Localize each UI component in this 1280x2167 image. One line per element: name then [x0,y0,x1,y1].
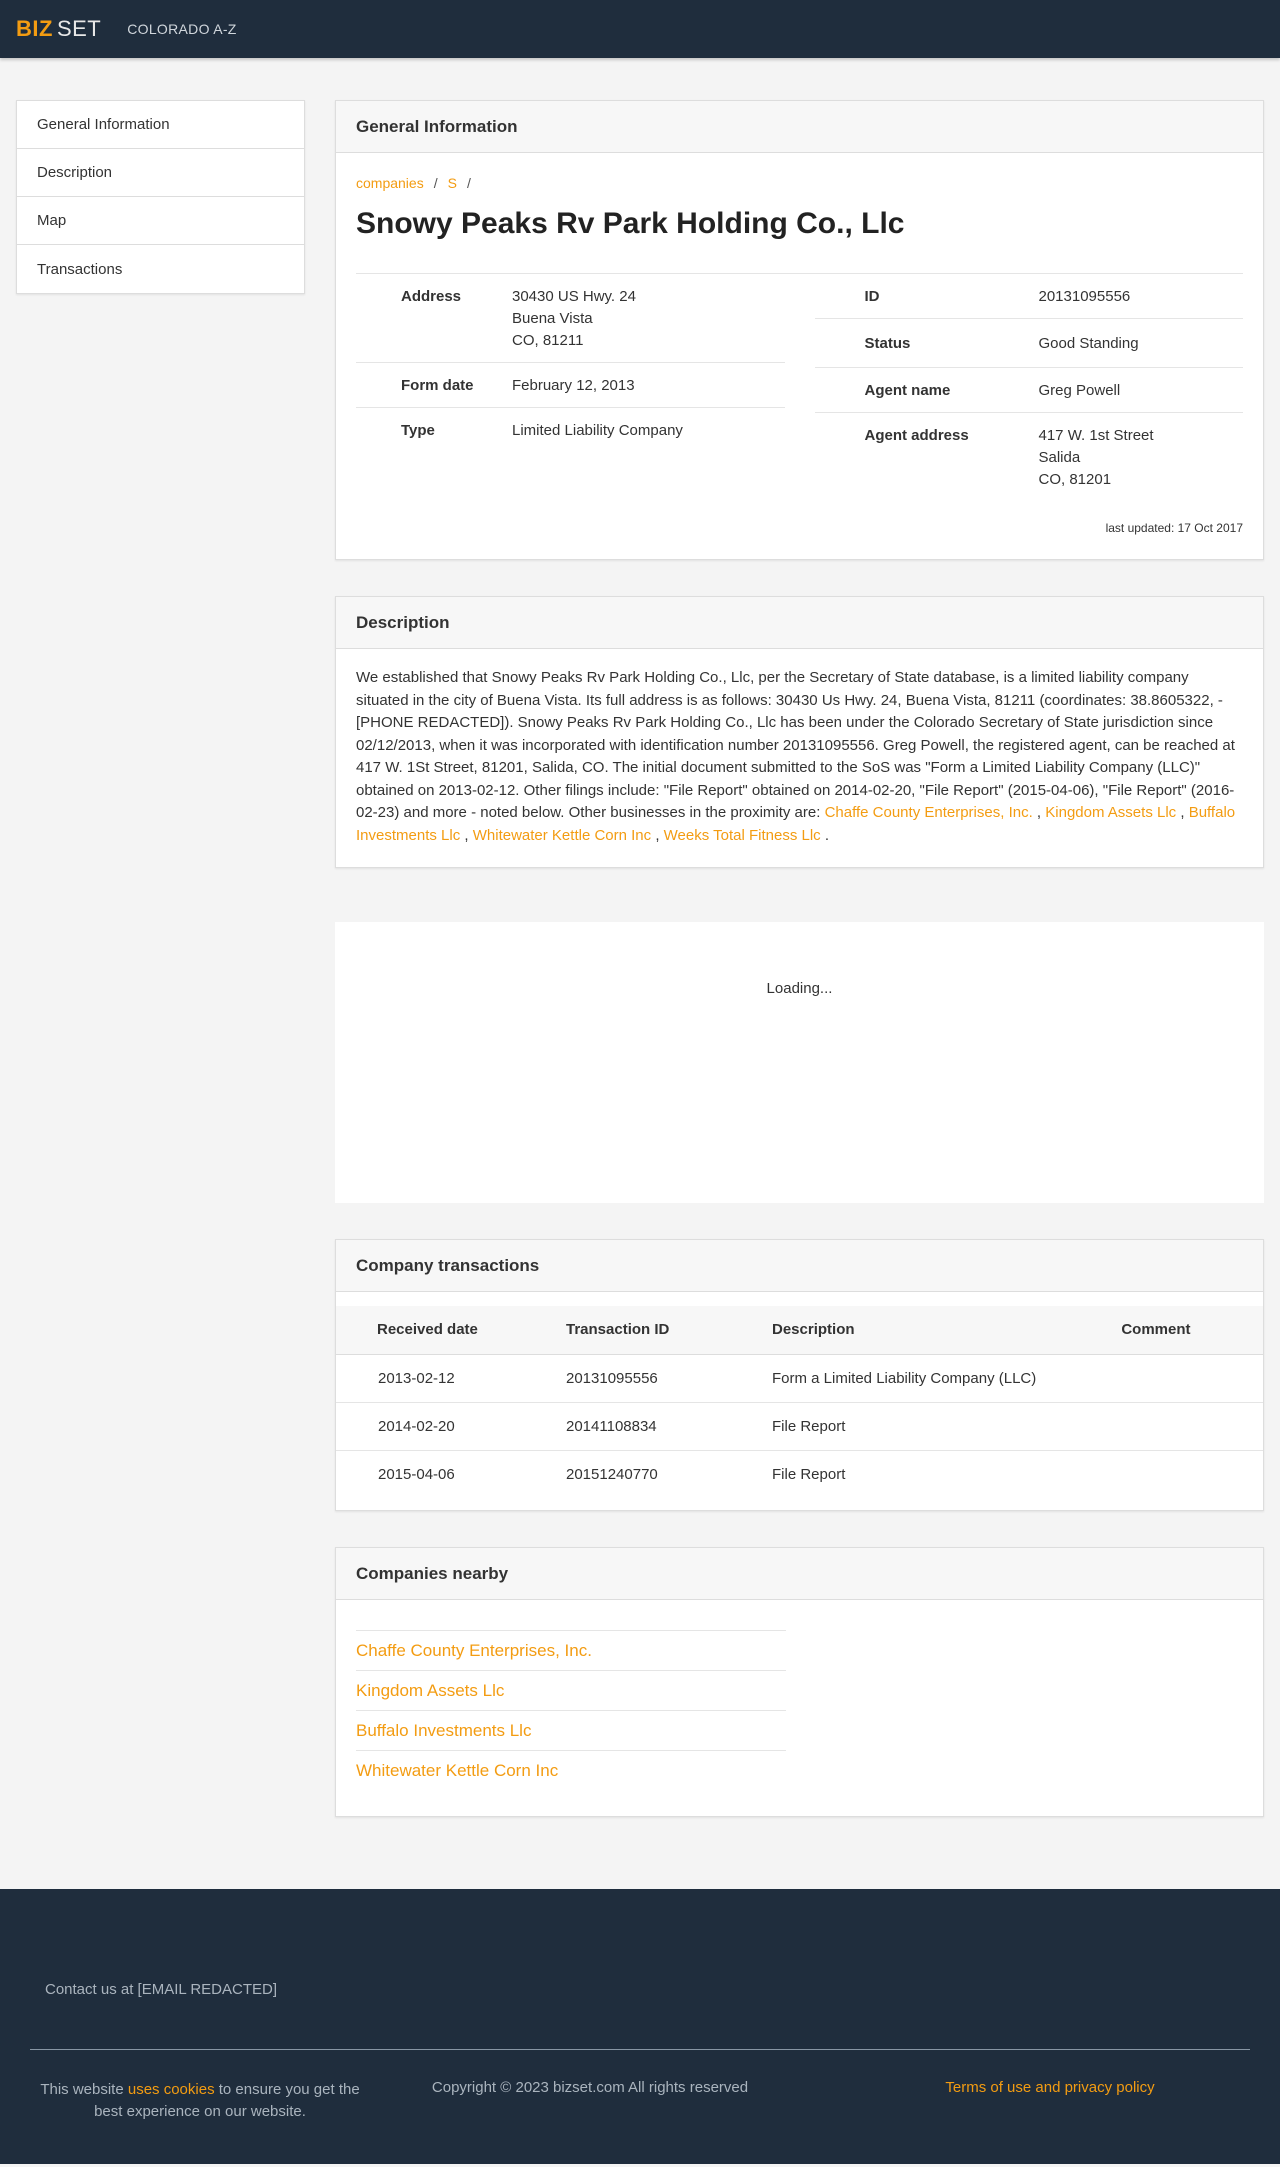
status-value: Good Standing [1038,335,1139,352]
id-value: 20131095556 [1038,288,1131,305]
form-date-value: February 12, 2013 [512,377,635,394]
companies-nearby-heading: Companies nearby [336,1548,1263,1600]
brand-light: SET [56,16,102,41]
contact-text: Contact us at [EMAIL REDACTED] [45,1981,278,1998]
brand-bold: BIZ [16,16,53,41]
nearby-company-link[interactable]: Chaffe County Enterprises, Inc. [356,1630,786,1670]
cookies-link[interactable]: uses cookies [128,2081,215,2098]
info-row-address: Address 30430 US Hwy. 24 Buena Vista CO,… [356,274,785,363]
breadcrumb-companies[interactable]: companies [356,175,424,191]
agent-address-value: 417 W. 1st Street Salida CO, 81201 [1038,427,1154,488]
nearby-company-link[interactable]: Buffalo Investments Llc [356,1710,786,1750]
last-updated: last updated: 17 Oct 2017 [1105,521,1243,535]
info-row-type: Type Limited Liability Company [356,408,785,452]
info-row-id: ID 20131095556 [814,274,1243,319]
navbar: BIZ SET COLORADO A-Z [0,0,1280,58]
main-content: General Information companies / S / Snow… [335,100,1264,1871]
column-header-comment: Comment [1121,1306,1263,1355]
companies-nearby-panel: Companies nearby Chaffe County Enterpris… [335,1547,1264,1817]
nearby-company-link[interactable]: Whitewater Kettle Corn Inc [356,1750,786,1790]
transactions-panel: Company transactions Received date Trans… [335,1239,1264,1511]
breadcrumb-letter[interactable]: S [448,175,457,191]
agent-name-label: Agent name [864,382,951,399]
info-right-column: ID 20131095556 Status Good Standing Agen… [814,274,1244,501]
breadcrumb-separator: / [433,175,438,191]
copyright-text: Copyright © 2023 bizset.com All rights r… [431,2079,749,2096]
nav-link-colorado[interactable]: COLORADO A-Z [127,21,236,37]
breadcrumb: companies / S / [356,175,1243,191]
map-panel[interactable]: Loading... [335,922,1264,1203]
info-row-form-date: Form date February 12, 2013 [356,363,785,408]
breadcrumb-separator: / [466,175,471,191]
footer: Contact us at [EMAIL REDACTED] This webs… [0,1889,1280,2164]
agent-address-label: Agent address [864,427,969,444]
nearby-link[interactable]: Chaffe County Enterprises, Inc. [825,804,1033,821]
info-row-status: Status Good Standing [814,319,1243,368]
sidebar-item-description[interactable]: Description [17,149,304,197]
info-row-agent-address: Agent address 417 W. 1st Street Salida C… [815,413,1244,501]
info-left-column: Address 30430 US Hwy. 24 Buena Vista CO,… [356,274,785,501]
column-header-transaction-id: Transaction ID [566,1306,772,1355]
general-information-panel: General Information companies / S / Snow… [335,100,1264,560]
description-heading: Description [336,597,1263,649]
address-value: 30430 US Hwy. 24 Buena Vista CO, 81211 [512,288,636,349]
info-row-agent-name: Agent name Greg Powell [814,368,1243,413]
table-row: 2014-02-20 20141108834 File Report [336,1402,1263,1451]
cookie-notice: This website uses cookies to ensure you … [40,2081,360,2120]
description-panel: Description We established that Snowy Pe… [335,596,1264,868]
nearby-company-link[interactable]: Kingdom Assets Llc [356,1670,786,1710]
nearby-link[interactable]: Weeks Total Fitness Llc [664,827,821,844]
form-date-label: Form date [401,377,474,394]
page-title: Snowy Peaks Rv Park Holding Co., Llc [356,207,905,240]
table-row: 2015-04-06 20151240770 File Report [378,1465,846,1483]
nearby-link[interactable]: Kingdom Assets Llc [1045,804,1176,821]
id-label: ID [864,288,880,305]
map-loading-text: Loading... [766,980,833,997]
table-row: 2013-02-12 20131095556 Form a Limited Li… [336,1354,1263,1403]
general-information-heading: General Information [336,101,1263,153]
sidebar-item-map[interactable]: Map [17,197,304,245]
sidebar-item-transactions[interactable]: Transactions [17,245,304,293]
transactions-heading: Company transactions [336,1240,1263,1292]
transactions-table: Received date Transaction ID Description… [336,1306,1263,1498]
address-label: Address [401,288,462,305]
brand-logo[interactable]: BIZ SET [16,16,101,42]
type-value: Limited Liability Company [512,422,683,439]
terms-link[interactable]: Terms of use and privacy policy [945,2079,1154,2096]
column-header-received-date: Received date [336,1306,566,1355]
column-header-description: Description [772,1306,1122,1355]
sidebar-item-general-information[interactable]: General Information [17,101,304,149]
agent-name-value: Greg Powell [1038,382,1121,399]
sidebar: General Information Description Map Tran… [16,100,305,294]
description-text: We established that Snowy Peaks Rv Park … [356,669,1236,844]
status-label: Status [864,335,911,352]
type-label: Type [401,422,435,439]
nearby-link[interactable]: Whitewater Kettle Corn Inc [473,827,651,844]
